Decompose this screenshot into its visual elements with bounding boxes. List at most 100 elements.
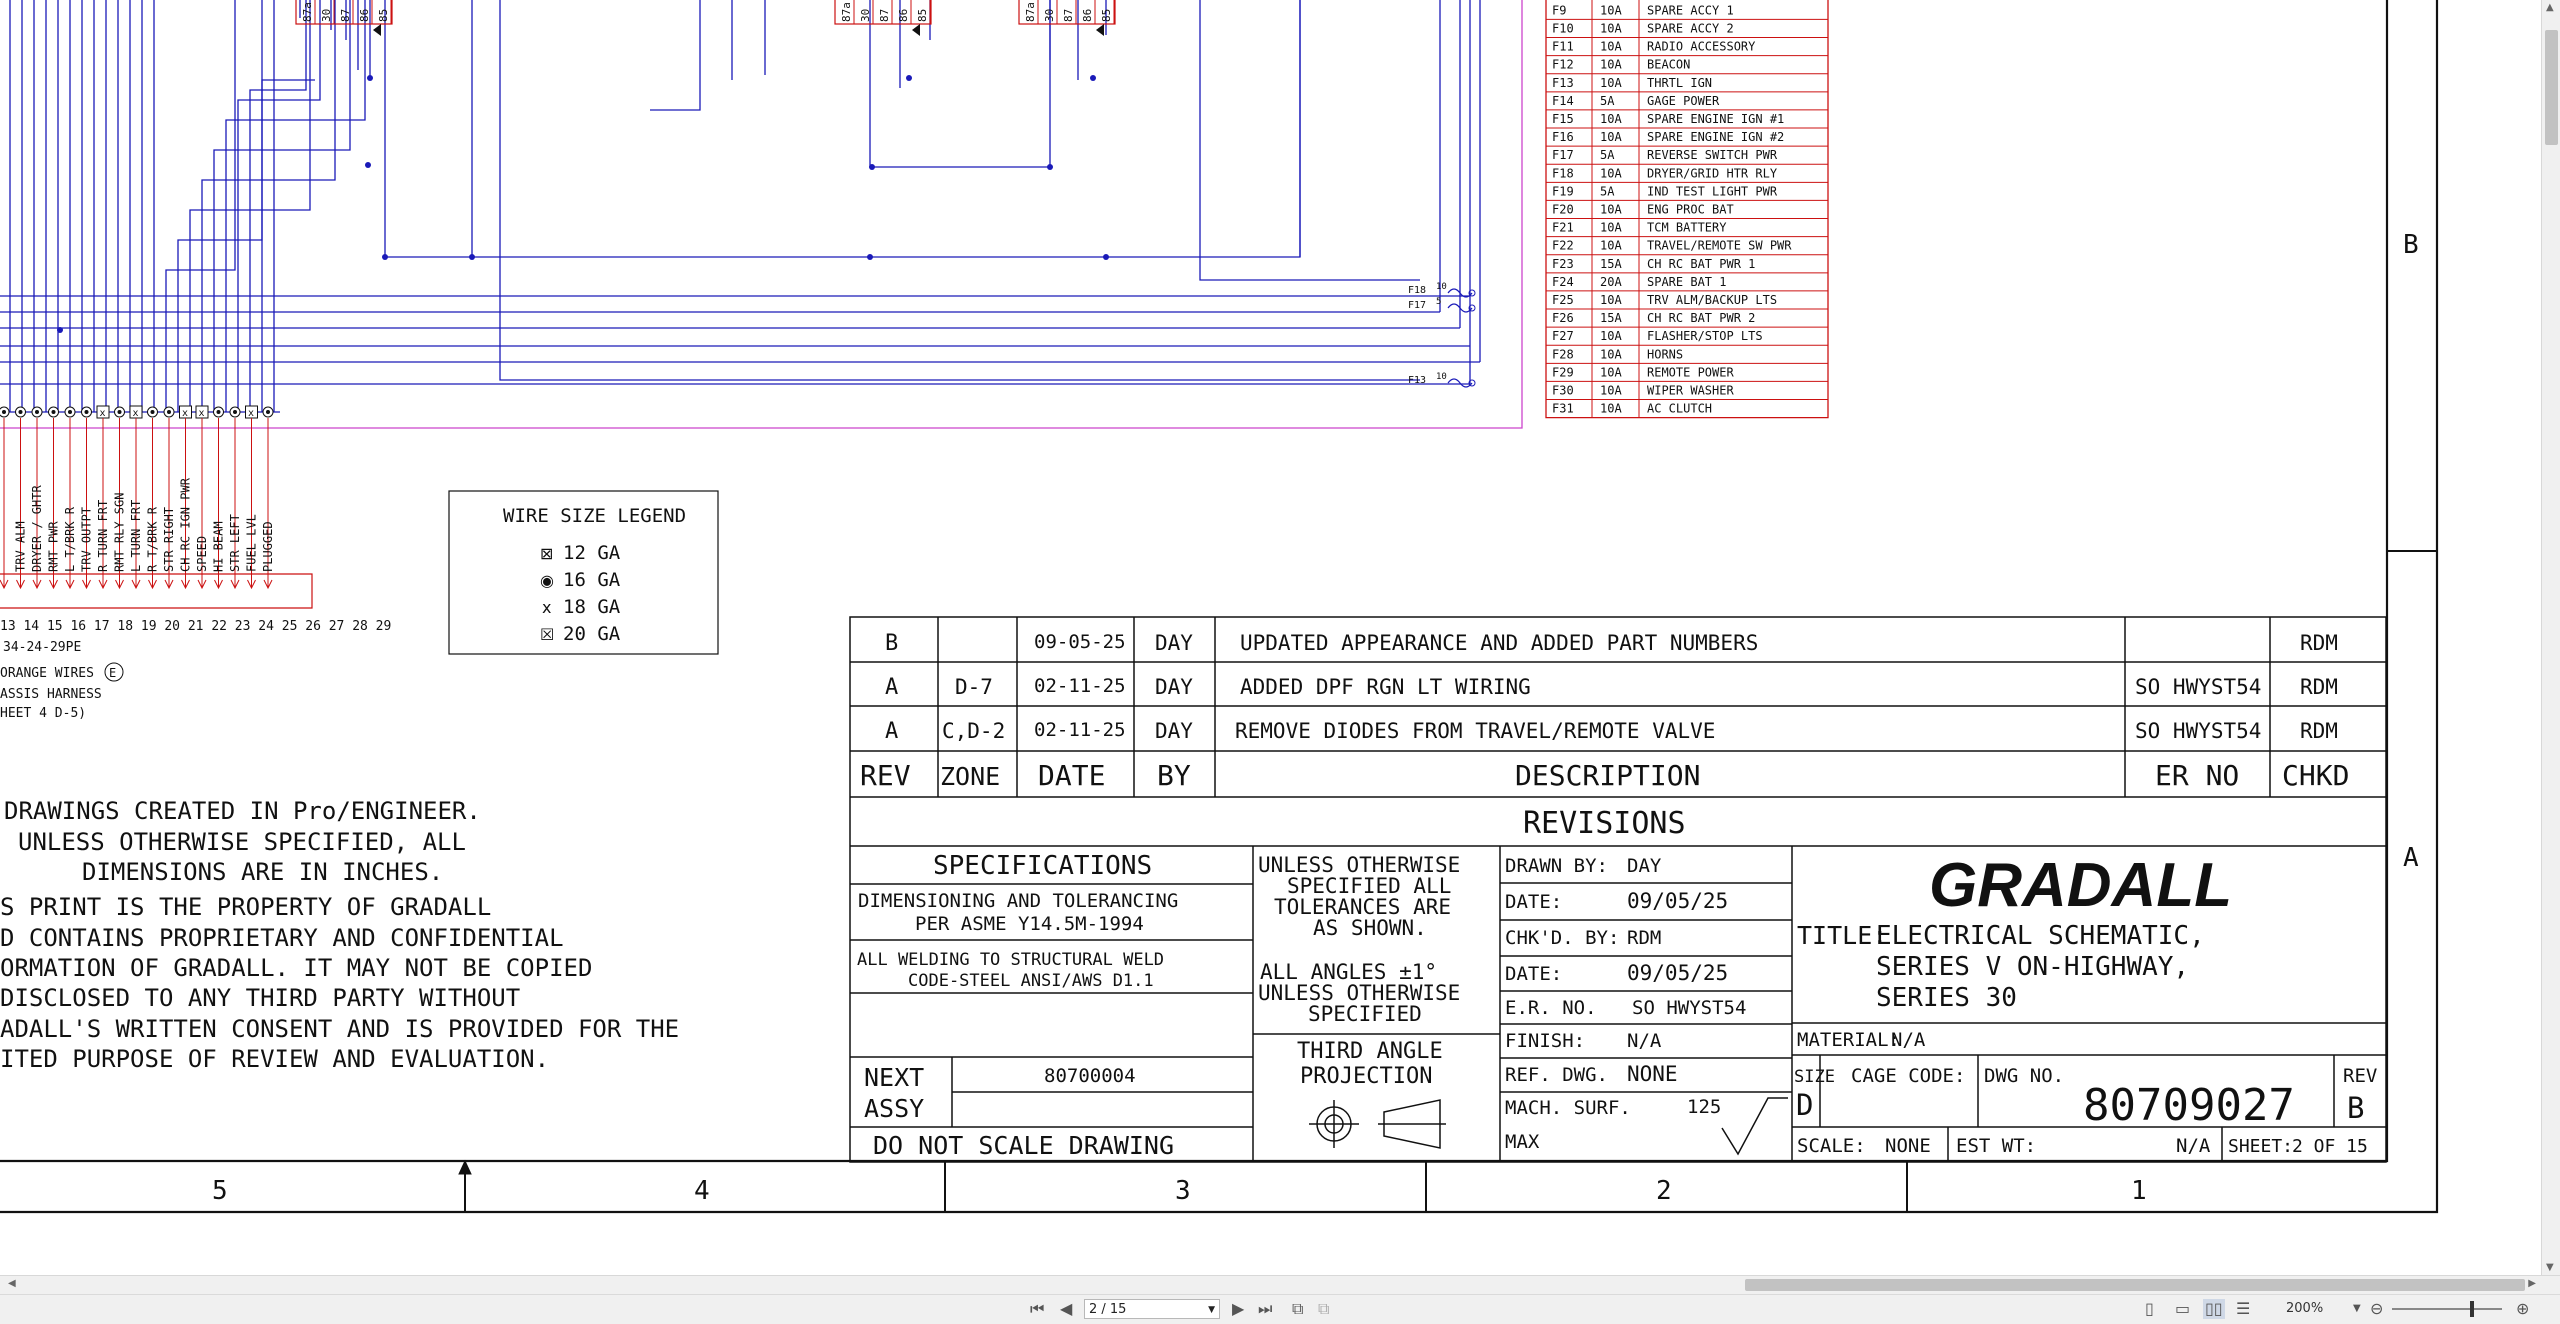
est-wt-value: N/A [2176, 1135, 2211, 1157]
fuse-id: F22 [1552, 239, 1574, 253]
split-view-icon[interactable]: ☰ [2236, 1299, 2250, 1319]
scroll-right-icon[interactable]: ▶ [2528, 1278, 2536, 1289]
prev-page-icon[interactable]: ◀ [1060, 1299, 1072, 1319]
next-assy-label-2: ASSY [864, 1094, 924, 1123]
er-no-header: ER NO [2155, 759, 2239, 792]
zone-cell: D-7 [955, 675, 993, 699]
wire [384, 0, 1301, 258]
fuse-id: F26 [1552, 311, 1574, 325]
terminal-label: SPEED [195, 536, 209, 572]
relay-pin-label: 86 [358, 9, 371, 22]
two-page-view-icon[interactable]: ▯▯ [2203, 1299, 2225, 1319]
size-value: D [1796, 1088, 1813, 1122]
fuse-circuit: SPARE ENGINE IGN #1 [1647, 112, 1784, 126]
terminal-label: DRYER / GHTR [30, 485, 44, 572]
er-no-label: E.R. NO. [1505, 997, 1597, 1019]
wire-junction [382, 254, 388, 260]
vertical-scrollbar[interactable]: ▲ ▼ [2541, 0, 2560, 1275]
horizontal-scroll-thumb[interactable] [1745, 1279, 2525, 1291]
fuse-circuit: TRAVEL/REMOTE SW PWR [1647, 239, 1792, 253]
wire-junction [367, 75, 373, 81]
zoom-slider[interactable] [2392, 1308, 2502, 1310]
relay-pin-label: 85 [1100, 9, 1113, 22]
description-header: DESCRIPTION [1515, 759, 1700, 792]
zoom-dropdown-icon[interactable]: ▼ [2353, 1299, 2361, 1319]
fuse-circuit: SPARE BAT 1 [1647, 275, 1726, 289]
relay-pin-label: 87a [1024, 2, 1037, 22]
company-logo: GRADALL [1929, 851, 2232, 920]
relay-pin-label: 86 [1081, 9, 1094, 22]
drawing-viewport[interactable]: 87a 30 87 86 85 87a 30 87 86 85 87a 30 87 86 85 F18 10 F… [0, 0, 2560, 1275]
terminal-label: RMT RLY SGN [113, 493, 127, 572]
zoom-slider-handle[interactable] [2470, 1301, 2474, 1317]
relay-pin-label: 87a [840, 2, 853, 22]
wire-junction [1090, 75, 1096, 81]
ref-dwg-label: REF. DWG. [1505, 1064, 1608, 1086]
fuse-circuit: HORNS [1647, 347, 1683, 361]
wire-junction [906, 75, 912, 81]
date-label: DATE: [1505, 891, 1562, 913]
scroll-down-icon[interactable]: ▼ [2546, 1262, 2554, 1273]
fuse-id: F30 [1552, 384, 1574, 398]
finish-label: FINISH: [1505, 1030, 1585, 1052]
wire [165, 0, 236, 412]
single-page-view-icon[interactable]: ▯ [2145, 1299, 2154, 1319]
wire [1199, 0, 1420, 281]
scroll-left-icon[interactable]: ◀ [8, 1278, 16, 1289]
terminal-dot-center [216, 410, 221, 414]
relay-pin-label: 87 [339, 9, 352, 22]
rev-value: B [2347, 1091, 2364, 1125]
fuse-circuit: TCM BATTERY [1647, 221, 1727, 235]
horizontal-scrollbar[interactable]: ◀ ▶ [0, 1275, 2560, 1294]
chevron-down-icon[interactable]: ▼ [1208, 1300, 1215, 1320]
mach-surf-value: 125 [1687, 1096, 1721, 1118]
scroll-up-icon[interactable]: ▲ [2546, 2, 2554, 13]
page-number-field[interactable]: 2 / 15 ▼ [1084, 1299, 1220, 1319]
fit-width-icon[interactable]: ⧉ [1318, 1299, 1329, 1319]
zoom-in-icon[interactable]: ⊕ [2516, 1299, 2529, 1319]
connector-badge: E [109, 666, 116, 680]
connector-note-1: ORANGE WIRES [0, 666, 94, 681]
fuse-rating: 10A [1600, 58, 1622, 72]
terminal-dot-center [266, 410, 270, 414]
zoom-out-icon[interactable]: ⊖ [2370, 1299, 2383, 1319]
material-value: N/A [1891, 1029, 1926, 1051]
by-header: BY [1157, 759, 1191, 792]
fuse-rating: 10A [1600, 347, 1622, 361]
spec-title: SPECIFICATIONS [933, 851, 1152, 881]
chkd-date-value: 09/05/25 [1627, 961, 1728, 985]
relay-pin-label: 87a [301, 2, 314, 22]
by-cell: DAY [1155, 631, 1193, 655]
last-page-icon[interactable]: ⏭ [1258, 1299, 1272, 1319]
zone-col-3: 3 [1175, 1176, 1191, 1206]
date-cell: 02-11-25 [1034, 675, 1126, 697]
terminal-label: STR RIGHT [162, 507, 176, 572]
rev-cell: A [885, 675, 898, 700]
fuse-tap-id: F13 [1408, 375, 1426, 386]
terminal-dot-center [2, 410, 6, 414]
wire-junction [365, 162, 371, 168]
wire [225, 0, 366, 412]
fuse-circuit: AC CLUTCH [1647, 402, 1712, 416]
fuse-id: F12 [1552, 58, 1574, 72]
fit-page-icon[interactable]: ⧉ [1292, 1299, 1303, 1319]
fuse-circuit: CH RC BAT PWR 1 [1647, 257, 1755, 271]
vertical-scroll-thumb[interactable] [2545, 30, 2558, 145]
terminal-dot-center [35, 410, 39, 414]
wire-junction [57, 327, 63, 333]
rev-label: REV [2343, 1065, 2377, 1087]
terminal-dot-center [167, 410, 171, 414]
drawing-notes: DRAWINGS CREATED IN Pro/ENGINEER. UNLESS… [0, 797, 679, 1073]
next-page-icon[interactable]: ▶ [1232, 1299, 1244, 1319]
first-page-icon[interactable]: ⏮ [1030, 1299, 1044, 1319]
terminal-dot-center [84, 410, 89, 414]
zoom-level[interactable]: 200% [2286, 1301, 2323, 1316]
note-line-4: S PRINT IS THE PROPERTY OF GRADALL [0, 893, 491, 921]
desc-cell: ADDED DPF RGN LT WIRING [1240, 675, 1531, 699]
fuse-tap-id: F18 [1408, 285, 1426, 296]
terminal-dot-center [150, 410, 155, 414]
fuse-id: F31 [1552, 402, 1574, 416]
terminal-dot-center [117, 410, 122, 414]
fuse-rating: 20A [1600, 275, 1622, 289]
continuous-view-icon[interactable]: ▭ [2175, 1299, 2190, 1319]
